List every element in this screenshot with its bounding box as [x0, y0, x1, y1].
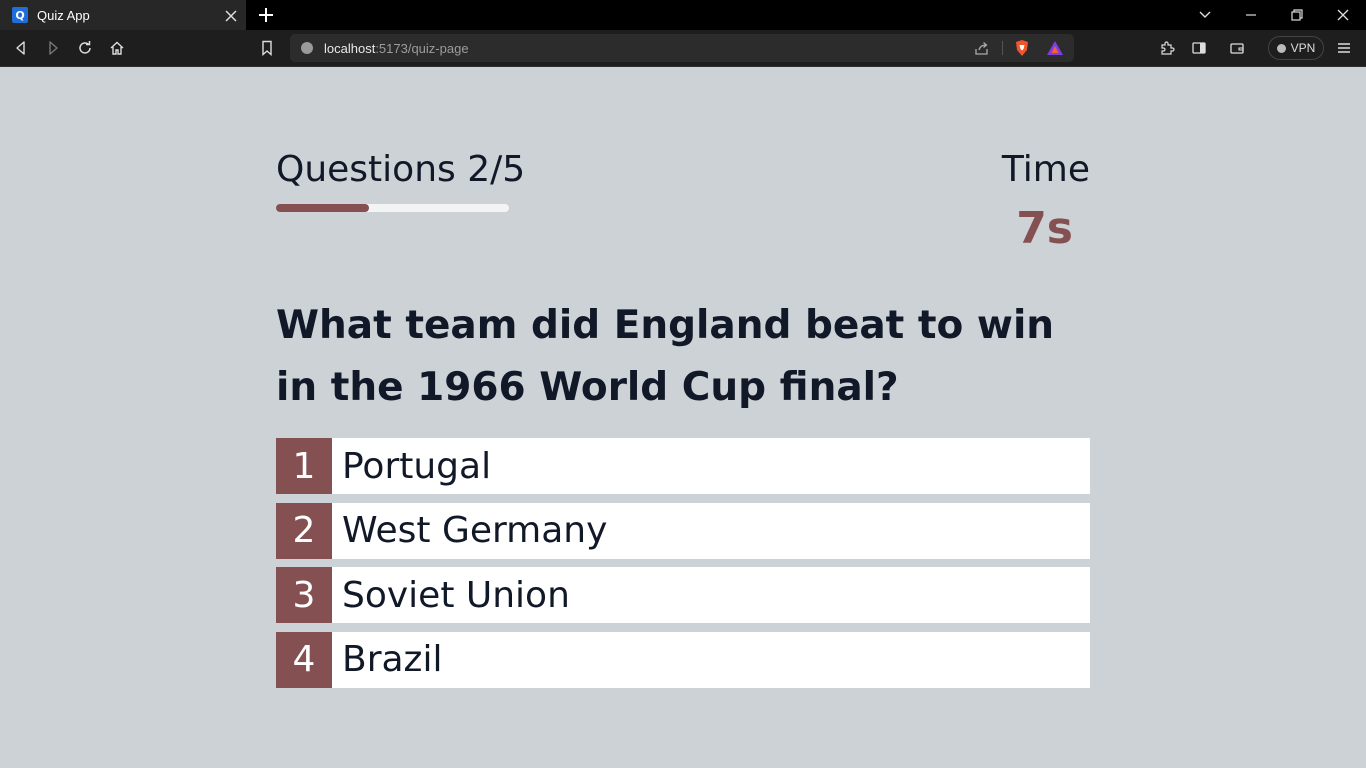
close-icon[interactable] — [224, 8, 238, 22]
new-tab-icon[interactable] — [257, 6, 275, 24]
window-close-icon[interactable] — [1320, 0, 1366, 30]
url-divider — [1002, 41, 1003, 55]
bookmark-icon[interactable] — [258, 39, 276, 57]
url-path: :5173/quiz-page — [375, 41, 469, 56]
question-counter: Questions 2/5 — [276, 149, 526, 190]
time-remaining: 7s — [1016, 203, 1073, 254]
restore-icon[interactable] — [1274, 0, 1320, 30]
option-number: 2 — [276, 502, 332, 559]
brave-shields-icon[interactable] — [1013, 39, 1031, 57]
option-number: 4 — [276, 631, 332, 688]
answer-option-4[interactable]: 4 Brazil — [276, 631, 1090, 688]
tab-title: Quiz App — [37, 7, 90, 23]
option-label: West Germany — [342, 510, 608, 551]
forward-icon[interactable] — [44, 39, 62, 57]
option-label: Brazil — [342, 639, 443, 680]
site-info-icon[interactable] — [301, 42, 313, 54]
address-bar[interactable]: localhost:5173/quiz-page — [290, 34, 1074, 62]
extensions-icon[interactable] — [1158, 39, 1176, 57]
option-number: 1 — [276, 438, 332, 494]
share-icon[interactable] — [973, 39, 991, 57]
tab-favicon: Q — [12, 7, 28, 23]
menu-icon[interactable] — [1335, 39, 1353, 57]
answer-option-2[interactable]: 2 West Germany — [276, 502, 1090, 559]
minimize-icon[interactable] — [1228, 0, 1274, 30]
url-host: localhost — [324, 41, 376, 56]
browser-toolbar: localhost:5173/quiz-page VPN — [0, 30, 1366, 67]
url-text: localhost:5173/quiz-page — [324, 41, 469, 56]
option-label: Portugal — [342, 445, 492, 487]
option-label: Soviet Union — [342, 574, 570, 616]
sidebar-icon[interactable] — [1190, 39, 1208, 57]
option-number: 3 — [276, 567, 332, 623]
home-icon[interactable] — [108, 39, 126, 57]
answer-options: 1 Portugal 2 West Germany 3 Soviet Union… — [276, 438, 1090, 696]
browser-titlebar: Q Quiz App — [0, 0, 1366, 30]
wallet-icon[interactable] — [1228, 39, 1246, 57]
progress-bar — [276, 204, 509, 212]
tab-list-chevron-icon[interactable] — [1182, 0, 1228, 30]
answer-option-3[interactable]: 3 Soviet Union — [276, 567, 1090, 623]
browser-tab[interactable]: Q Quiz App — [0, 0, 246, 30]
back-icon[interactable] — [12, 39, 30, 57]
progress-fill — [276, 204, 370, 212]
vpn-label: VPN — [1290, 41, 1316, 55]
question-text: What team did England beat to win in the… — [276, 303, 1055, 410]
time-label: Time — [1001, 149, 1090, 190]
brave-rewards-icon[interactable] — [1046, 39, 1064, 57]
vpn-status-icon — [1276, 43, 1286, 53]
answer-option-1[interactable]: 1 Portugal — [276, 438, 1090, 494]
vpn-button[interactable]: VPN — [1268, 36, 1324, 60]
reload-icon[interactable] — [76, 39, 94, 57]
